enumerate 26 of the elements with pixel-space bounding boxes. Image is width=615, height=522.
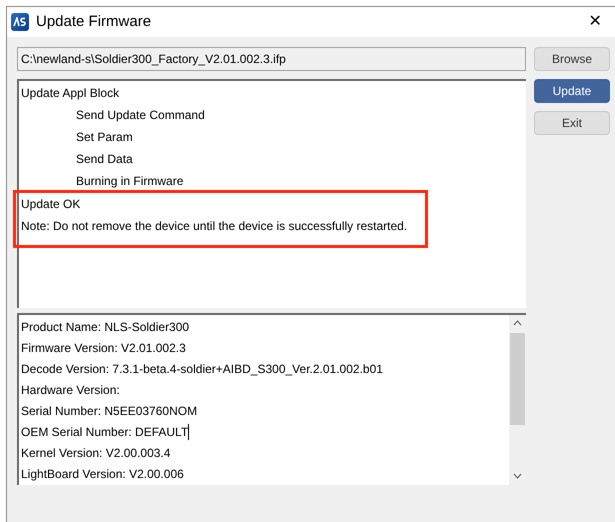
log-line: Update Appl Block bbox=[21, 85, 120, 102]
window-title: Update Firmware bbox=[36, 12, 152, 32]
dialog-button[interactable]: Exit bbox=[534, 111, 610, 135]
log-line: Send Data bbox=[75, 151, 133, 168]
scrollbar[interactable] bbox=[509, 315, 526, 485]
info-line: LightBoard Version: V2.00.006 bbox=[21, 466, 185, 482]
dialog-button[interactable]: Browse bbox=[534, 47, 610, 71]
info-line: Firmware Version: V2.01.002.3 bbox=[21, 340, 187, 356]
scrollbar-thumb[interactable] bbox=[510, 333, 525, 425]
info-line: Kernel Version: V2.00.003.4 bbox=[21, 444, 172, 460]
log-line: Burning in Firmware bbox=[75, 173, 184, 190]
info-line: Decode Version: 7.3.1-beta.4-soldier+AIBD_S300_Ver.2.01.002.b01 bbox=[21, 360, 384, 376]
close-button[interactable]: ✕ bbox=[583, 10, 607, 34]
app-logo-icon bbox=[11, 13, 29, 31]
file-path-field[interactable]: C:\newland-s\Soldier300_Factory_V2.01.002.3.ifp bbox=[17, 47, 526, 71]
log-line: Set Param bbox=[75, 129, 133, 146]
log-line: Send Update Command bbox=[75, 107, 205, 124]
info-line: Serial Number: N5EE03760NOM bbox=[21, 402, 198, 418]
info-line: Hardware Version: bbox=[21, 382, 121, 398]
log-line: Note: Do not remove the device until the device is successfully restarted. bbox=[21, 218, 408, 235]
info-line: Product Name: NLS-Soldier300 bbox=[21, 318, 190, 334]
scroll-up-icon[interactable] bbox=[513, 320, 522, 326]
scroll-down-icon[interactable] bbox=[513, 473, 522, 479]
dialog-button[interactable]: Update bbox=[534, 79, 610, 103]
log-line: Update OK bbox=[21, 196, 80, 213]
info-line: OEM Serial Number: DEFAULT bbox=[21, 424, 190, 440]
